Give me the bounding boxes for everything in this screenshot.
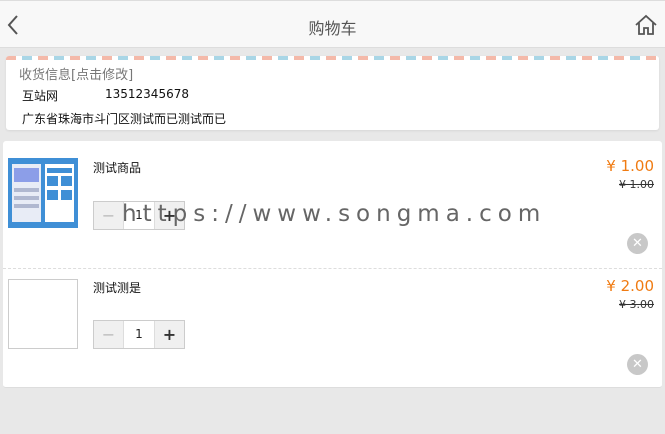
remove-item-button[interactable]: ✕: [627, 233, 648, 254]
product-name[interactable]: 测试测是: [93, 279, 141, 296]
home-icon: [635, 14, 657, 35]
close-icon: ✕: [632, 236, 643, 251]
increment-button[interactable]: +: [154, 321, 184, 348]
product-original-price: ¥ 3.00: [619, 298, 654, 311]
quantity-value[interactable]: 1: [124, 321, 154, 348]
recipient-phone: 13512345678: [105, 87, 189, 101]
shipping-info-edit-link[interactable]: 收货信息[点击修改]: [19, 64, 133, 83]
decrement-button[interactable]: −: [94, 321, 124, 348]
product-original-price: ¥ 1.00: [619, 178, 654, 191]
quantity-stepper: − 1 +: [93, 320, 185, 349]
product-thumbnail[interactable]: [8, 158, 78, 228]
close-icon: ✕: [632, 357, 643, 372]
envelope-stripe: [6, 56, 659, 60]
app-header: 购物车: [0, 0, 665, 48]
home-button[interactable]: [633, 12, 659, 38]
watermark-text: https://www.songma.com: [122, 201, 547, 227]
cart-list: 测试商品 ¥ 1.00 ¥ 1.00 − 1 + ✕ 测试测是 ¥ 2.00 ¥…: [3, 141, 662, 388]
page-title: 购物车: [308, 19, 357, 38]
product-thumbnail[interactable]: [8, 279, 78, 349]
product-price: ¥ 2.00: [606, 277, 654, 295]
product-name[interactable]: 测试商品: [93, 159, 141, 176]
recipient-address: 广东省珠海市斗门区测试而已测试而已: [22, 112, 227, 126]
shipping-address-card[interactable]: 收货信息[点击修改] 互站网 13512345678 广东省珠海市斗门区测试而已…: [6, 56, 659, 130]
product-price: ¥ 1.00: [606, 157, 654, 175]
decrement-button[interactable]: −: [94, 202, 124, 229]
remove-item-button[interactable]: ✕: [627, 354, 648, 375]
cart-item: 测试测是 ¥ 2.00 ¥ 3.00 − 1 + ✕: [3, 269, 662, 387]
recipient-name: 互站网: [22, 89, 59, 103]
